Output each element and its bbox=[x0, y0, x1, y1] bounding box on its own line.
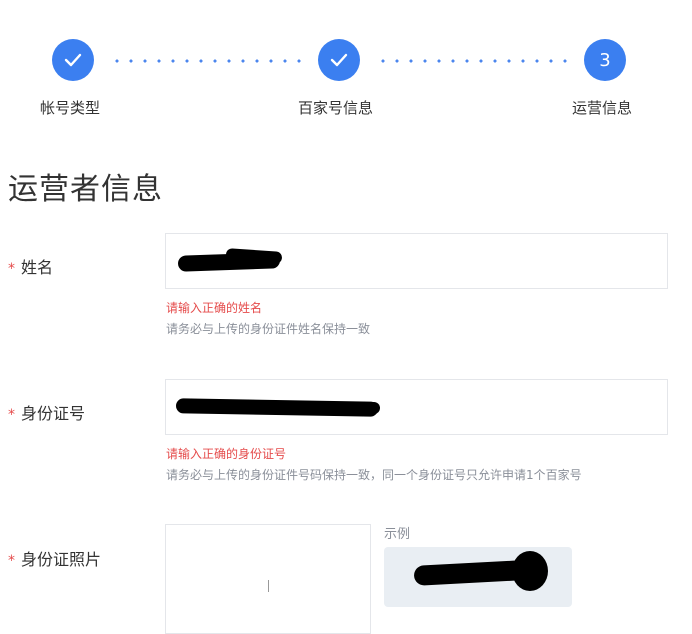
name-label-text: 姓名 bbox=[21, 258, 54, 277]
step-3-label: 运营信息 bbox=[572, 99, 633, 117]
upload-plus-icon bbox=[268, 580, 269, 592]
check-icon bbox=[64, 53, 82, 67]
step-1-label: 帐号类型 bbox=[40, 99, 101, 117]
required-mark: * bbox=[8, 553, 15, 569]
name-hint: 请务必与上传的身份证件姓名保持一致 bbox=[166, 322, 371, 336]
step-3-number: 3 bbox=[599, 49, 611, 71]
check-icon bbox=[330, 53, 348, 67]
required-mark: * bbox=[8, 407, 15, 423]
id-photo-label-text: 身份证照片 bbox=[21, 550, 102, 569]
step-2-label: 百家号信息 bbox=[298, 99, 374, 117]
step-1-complete-icon bbox=[52, 39, 94, 81]
example-id-card-image bbox=[384, 547, 572, 607]
step-connector bbox=[110, 59, 306, 63]
step-2-complete-icon bbox=[318, 39, 360, 81]
id-number-label: * 身份证号 bbox=[8, 400, 85, 424]
id-photo-upload[interactable] bbox=[165, 524, 371, 634]
redacted-example-photo bbox=[512, 551, 548, 591]
step-3-current: 3 bbox=[584, 39, 626, 81]
id-number-hint: 请务必与上传的身份证件号码保持一致，同一个身份证号只允许申请1个百家号 bbox=[166, 468, 582, 482]
progress-stepper: 3 帐号类型 百家号信息 运营信息 bbox=[0, 0, 692, 130]
id-number-error: 请输入正确的身份证号 bbox=[166, 447, 287, 461]
redacted-id-number-tail bbox=[296, 402, 380, 414]
name-input[interactable] bbox=[165, 233, 668, 289]
required-mark: * bbox=[8, 261, 15, 277]
id-photo-label: * 身份证照片 bbox=[8, 546, 101, 570]
redacted-example bbox=[413, 560, 525, 586]
step-connector bbox=[376, 59, 572, 63]
name-label: * 姓名 bbox=[8, 254, 53, 278]
id-number-label-text: 身份证号 bbox=[21, 404, 86, 423]
id-number-input[interactable] bbox=[165, 379, 668, 435]
name-error: 请输入正确的姓名 bbox=[166, 301, 263, 315]
section-title: 运营者信息 bbox=[8, 172, 163, 207]
example-label: 示例 bbox=[384, 527, 411, 542]
